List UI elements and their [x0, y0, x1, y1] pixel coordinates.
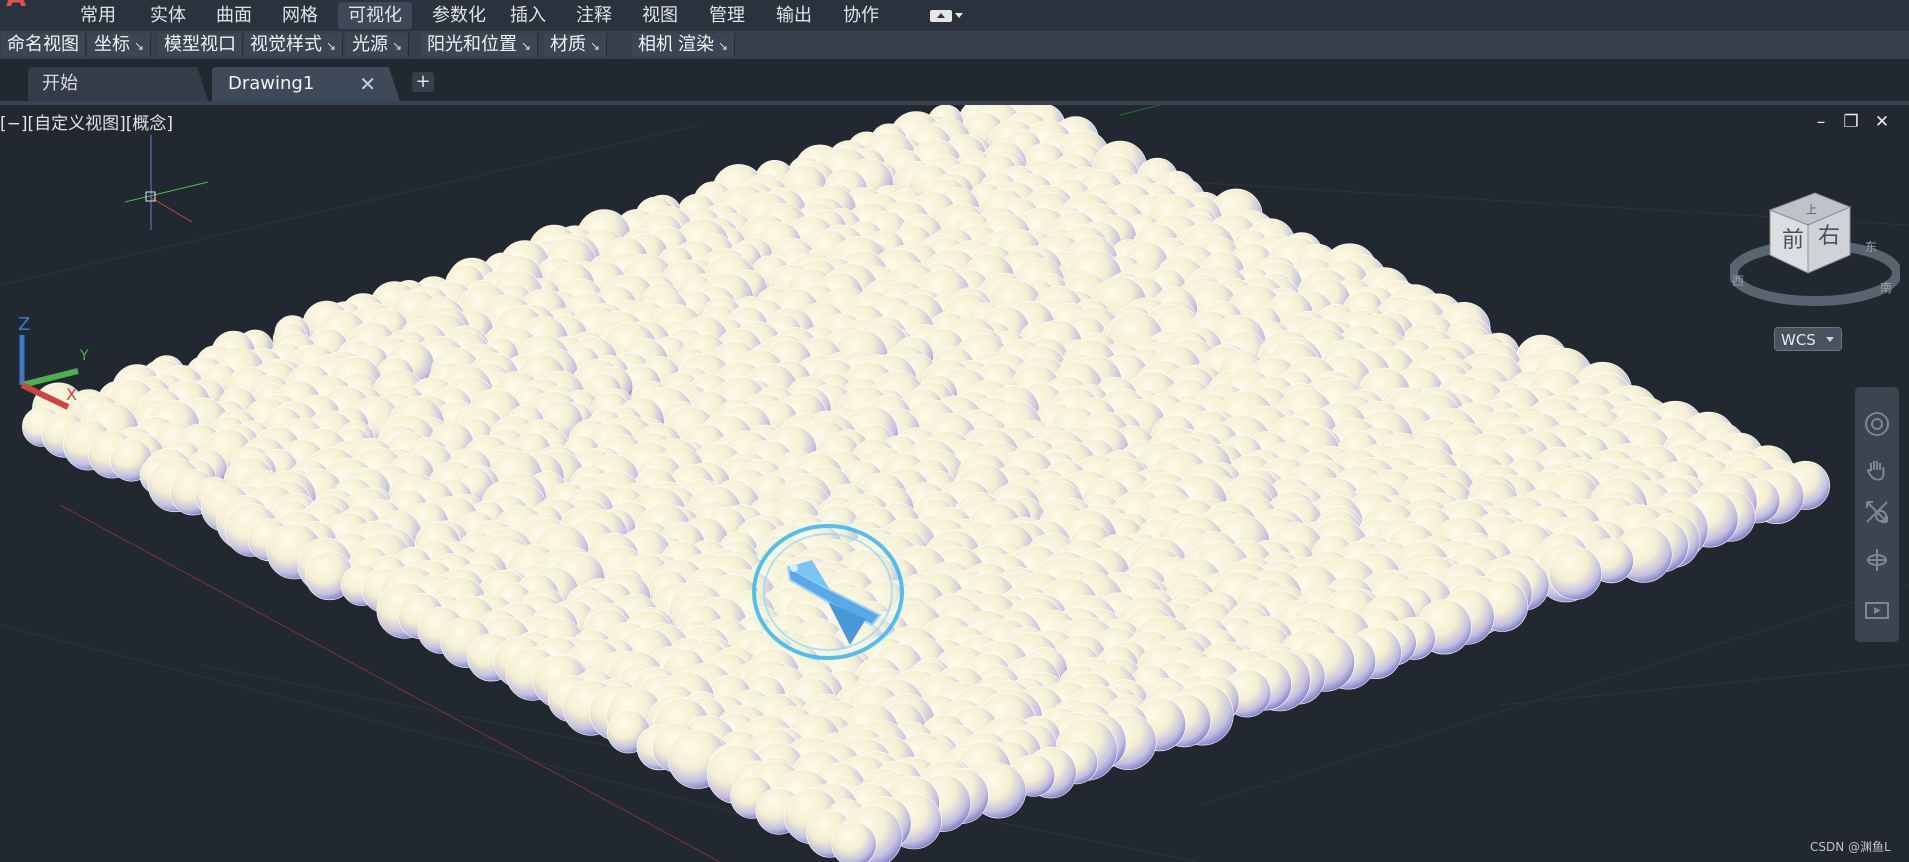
- pan-hand-icon[interactable]: [1864, 457, 1890, 483]
- panel-label: 渲染: [678, 34, 714, 55]
- close-tab-icon[interactable]: ✕: [359, 67, 376, 101]
- panel-button[interactable]: 坐标 ↘: [88, 33, 152, 57]
- panel-label: 光源: [352, 34, 388, 55]
- ribbon-tab[interactable]: 注释: [566, 2, 622, 29]
- view-menu[interactable]: [自定义视图]: [28, 114, 126, 134]
- viewport-control-menu[interactable]: [−]: [0, 114, 28, 134]
- svg-text:右: 右: [1818, 224, 1840, 249]
- svg-text:Y: Y: [79, 348, 89, 364]
- panel-button[interactable]: 命名视图: [1, 33, 86, 57]
- watermark-text: CSDN @渊鱼L: [1810, 840, 1891, 854]
- sphere: [1548, 546, 1602, 600]
- ribbon-panel-bar: 命名视图 坐标 ↘ 模型视口 视觉样式 ↘ 光源 ↘ 阳光和位置 ↘ 材质 ↘ 相机 渲染 ↘: [0, 31, 1909, 60]
- panel-button[interactable]: 视觉样式 ↘: [244, 33, 344, 57]
- panel-expand-icon[interactable]: ↘: [392, 39, 402, 53]
- ribbon-tab[interactable]: 可视化: [338, 2, 412, 29]
- crosshair-cursor-icon: [124, 135, 209, 230]
- panel-button[interactable]: 光源 ↘: [346, 33, 410, 57]
- panel-label: 阳光和位置: [427, 34, 517, 55]
- minimize-viewport-icon[interactable]: –: [1812, 113, 1830, 131]
- tab-start[interactable]: 开始: [28, 67, 208, 101]
- panel-label: 材质: [550, 34, 586, 55]
- wcs-menu-button[interactable]: WCS: [1774, 327, 1842, 351]
- add-tab-button[interactable]: +: [412, 72, 434, 92]
- panel-button[interactable]: 阳光和位置 ↘: [421, 33, 539, 57]
- showmotion-icon[interactable]: [1864, 597, 1890, 623]
- panel-button[interactable]: 渲染 ↘: [672, 33, 736, 57]
- restore-viewport-icon[interactable]: ❐: [1842, 113, 1860, 131]
- zoom-extents-icon[interactable]: [1864, 499, 1890, 525]
- app-logo-icon[interactable]: A: [6, 0, 44, 11]
- document-tabs: 开始 Drawing1 ✕: [0, 59, 1909, 105]
- navigation-bar: [1855, 387, 1899, 642]
- panel-label: 模型视口: [164, 34, 236, 55]
- panel-expand-icon[interactable]: ↘: [326, 39, 336, 53]
- panel-button[interactable]: 模型视口: [158, 33, 243, 57]
- svg-text:东: 东: [1865, 240, 1877, 254]
- model-scene: Z X Y: [0, 105, 1909, 862]
- y-axis-line: [1119, 105, 1163, 116]
- svg-text:前: 前: [1782, 228, 1804, 253]
- panel-expand-icon[interactable]: ↘: [521, 39, 531, 53]
- tab-start-label: 开始: [42, 73, 78, 94]
- ribbon-tab-bar: A 常用实体曲面网格可视化参数化插入注释视图管理输出协作: [0, 0, 1909, 32]
- ribbon-tab[interactable]: 网格: [272, 2, 328, 29]
- ribbon-tab[interactable]: 参数化: [422, 2, 496, 29]
- panel-label: 视觉样式: [250, 34, 322, 55]
- tab-drawing1[interactable]: Drawing1 ✕: [212, 67, 400, 101]
- panel-expand-icon[interactable]: ↘: [590, 39, 600, 53]
- panel-label: 坐标: [94, 34, 130, 55]
- svg-text:Z: Z: [18, 314, 30, 335]
- viewcube-icon[interactable]: 前 右 上 西 南 东: [1730, 185, 1900, 315]
- panel-button[interactable]: 材质 ↘: [544, 33, 608, 57]
- svg-text:上: 上: [1806, 203, 1817, 216]
- chevron-down-icon: [1826, 337, 1834, 342]
- ribbon-tab[interactable]: 视图: [632, 2, 688, 29]
- ribbon-tab[interactable]: 输出: [766, 2, 822, 29]
- sphere: [831, 821, 877, 862]
- panel-label: 命名视图: [7, 34, 79, 55]
- ribbon-tab[interactable]: 插入: [500, 2, 556, 29]
- panel-label: 相机: [638, 34, 674, 55]
- svg-text:南: 南: [1880, 280, 1892, 295]
- svg-text:X: X: [66, 385, 77, 404]
- ribbon-tab[interactable]: 管理: [699, 2, 755, 29]
- steering-wheel-icon[interactable]: [1864, 411, 1890, 437]
- panel-expand-icon[interactable]: ↘: [134, 39, 144, 53]
- viewport-controls: [−][自定义视图][概念]: [0, 109, 173, 134]
- drawing-viewport[interactable]: Z X Y [−][自定义视图][概念] – ❐ ✕ 前 右 上 西 南 东 W…: [0, 105, 1909, 862]
- ribbon-tab[interactable]: 常用: [70, 2, 126, 29]
- wcs-label: WCS: [1781, 331, 1816, 349]
- orbit-icon[interactable]: [1864, 547, 1890, 573]
- workspace-switch-icon[interactable]: [926, 8, 966, 24]
- ribbon-tab[interactable]: 实体: [140, 2, 196, 29]
- visual-style-menu[interactable]: [概念]: [126, 114, 173, 134]
- panel-expand-icon[interactable]: ↘: [718, 39, 728, 53]
- ribbon-tab[interactable]: 协作: [833, 2, 889, 29]
- sphere-particles: [22, 105, 1831, 862]
- ribbon-tab[interactable]: 曲面: [206, 2, 262, 29]
- close-viewport-icon[interactable]: ✕: [1873, 113, 1891, 131]
- svg-text:西: 西: [1732, 274, 1744, 288]
- tab-drawing1-label: Drawing1: [228, 73, 315, 94]
